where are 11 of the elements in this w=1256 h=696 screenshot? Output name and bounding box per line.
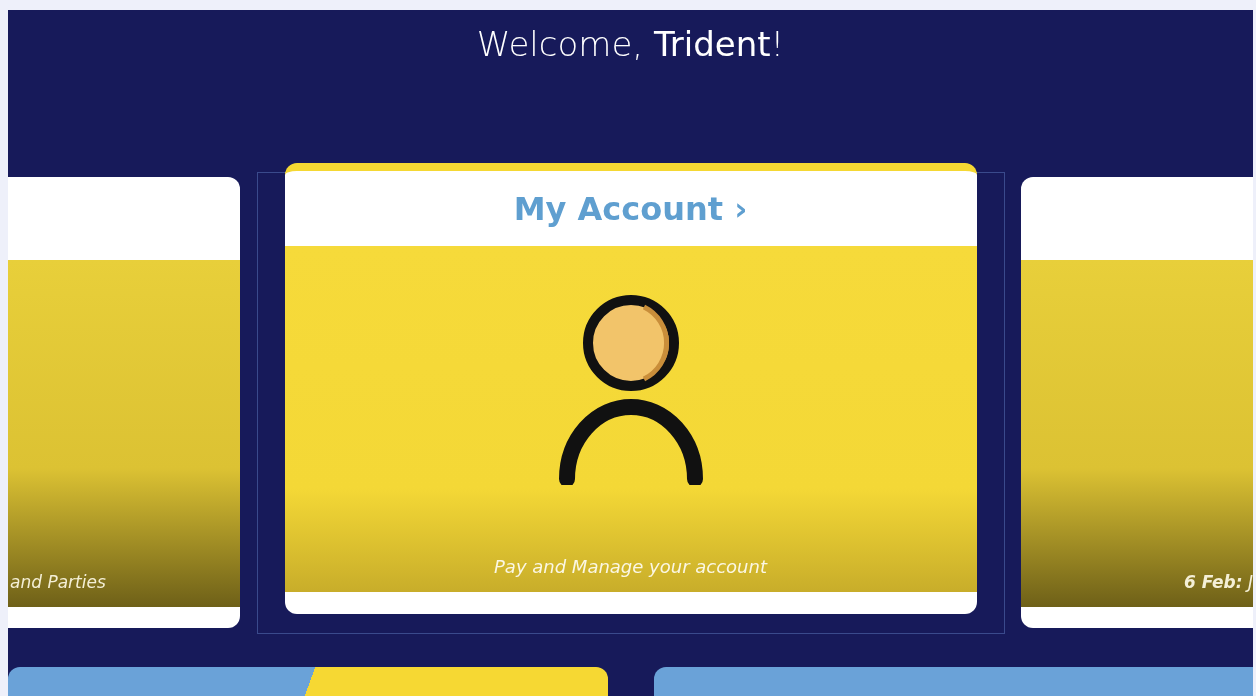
- card-caption: and Parties: [9, 570, 107, 594]
- tile-background[interactable]: [653, 667, 1253, 696]
- carousel-card[interactable]: 6 Feb: J: [1021, 177, 1253, 628]
- card-caption: 6 Feb: J: [1183, 570, 1253, 594]
- carousel-card[interactable]: and Parties: [8, 177, 240, 628]
- card-title-link[interactable]: My Account ›: [284, 171, 977, 246]
- welcome-heading: Welcome, Trident!: [475, 23, 786, 66]
- person-icon: [557, 295, 704, 485]
- tile-background[interactable]: [8, 667, 608, 696]
- card-caption: Pay and Manage your account: [494, 555, 767, 579]
- account-card[interactable]: My Account › Pay and Manage your account: [284, 163, 977, 614]
